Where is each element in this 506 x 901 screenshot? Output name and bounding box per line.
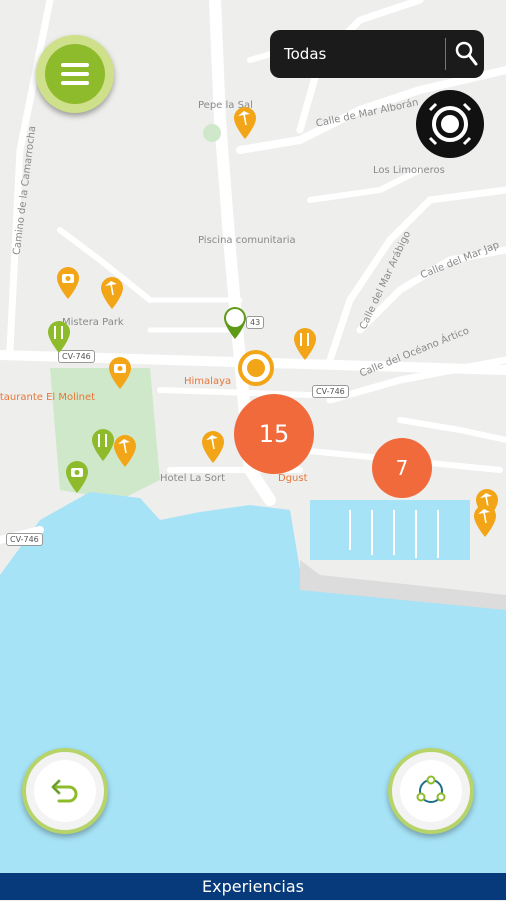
place-piscina: Piscina comunitaria (198, 235, 296, 246)
category-search-bar[interactable]: Todas (270, 30, 484, 78)
camera-icon (109, 357, 131, 389)
beach-pin[interactable] (99, 276, 125, 310)
search-icon (455, 41, 478, 66)
share-button[interactable] (388, 748, 474, 834)
beach-umbrella-icon (114, 435, 136, 467)
roundabout-green (203, 124, 221, 142)
beach-pin[interactable] (472, 504, 498, 538)
restaurant-pin[interactable] (292, 327, 318, 361)
place-los-limoneros: Los Limoneros (373, 165, 445, 176)
road-shield-cv746: CV-746 (6, 533, 43, 546)
locate-me-button[interactable] (416, 90, 484, 158)
fork-knife-icon (294, 328, 316, 360)
camera-pin[interactable] (107, 356, 133, 390)
search-button[interactable] (452, 39, 480, 69)
road-shield-cv746: CV-746 (312, 385, 349, 398)
location-dot-icon (247, 359, 265, 377)
map-marker-icon (224, 307, 246, 339)
camera-pin[interactable] (64, 460, 90, 494)
beach-umbrella-icon (202, 431, 224, 463)
camera-pin[interactable] (55, 266, 81, 300)
place-restaurante: Restaurante El Molinet (0, 392, 96, 403)
beach-umbrella-icon (474, 505, 496, 537)
return-arrow-icon (51, 779, 78, 803)
cluster-marker-small[interactable]: 7 (372, 438, 432, 498)
port-basin (310, 500, 470, 560)
beach-umbrella-icon (101, 277, 123, 309)
camera-icon (66, 461, 88, 493)
restaurant-pin[interactable] (46, 320, 72, 354)
camera-icon (57, 267, 79, 299)
current-location-marker (238, 350, 274, 386)
place-dgust: Dgust (278, 473, 308, 484)
menu-button[interactable] (36, 35, 114, 113)
crosshair-icon (428, 102, 472, 146)
back-button[interactable] (22, 748, 108, 834)
beach-umbrella-icon (234, 107, 256, 139)
road-shield-n43: 43 (246, 316, 265, 329)
place-hotel: Hotel La Sort (160, 473, 226, 484)
cluster-marker-large[interactable]: 15 (234, 394, 314, 474)
share-icon (416, 775, 446, 803)
selected-location-pin[interactable] (222, 306, 248, 340)
hamburger-icon (45, 44, 105, 104)
search-divider (445, 38, 446, 70)
fork-knife-icon (48, 321, 70, 353)
place-himalaya: Himalaya (184, 376, 232, 387)
beach-pin[interactable] (232, 106, 258, 140)
category-filter-value[interactable]: Todas (284, 45, 326, 63)
beach-pin[interactable] (200, 430, 226, 464)
beach-pin[interactable] (112, 434, 138, 468)
experiences-bar[interactable]: Experiencias (0, 873, 506, 900)
